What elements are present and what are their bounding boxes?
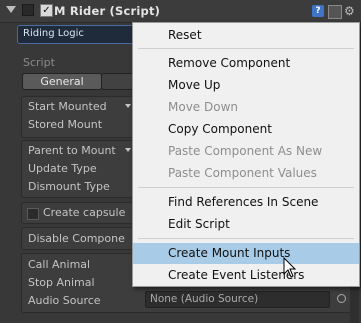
menu-item-create-mount-inputs[interactable]: Create Mount Inputs (133, 243, 359, 264)
update-type-label: Update Type (28, 162, 97, 175)
mount-start-group: Start Mounted Stored Mount (21, 96, 135, 138)
menu-item-create-event-listeners[interactable]: Create Event Listeners (133, 265, 359, 286)
help-icon[interactable]: ? (312, 5, 324, 17)
object-picker-icon[interactable] (337, 294, 346, 303)
parent-to-mount-dropdown-icon[interactable] (125, 148, 131, 152)
menu-separator (138, 48, 354, 49)
menu-item-find-references[interactable]: Find References In Scene (133, 192, 359, 213)
dismount-type-label: Dismount Type (28, 180, 110, 193)
context-menu: Reset Remove Component Move Up Move Down… (132, 22, 360, 287)
menu-item-reset[interactable]: Reset (133, 25, 359, 46)
menu-item-move-down: Move Down (168, 100, 238, 114)
menu-item-remove-component[interactable]: Remove Component (133, 53, 359, 74)
menu-separator (138, 187, 354, 188)
stop-animal-label: Stop Animal (28, 276, 95, 289)
audio-source-label: Audio Source (28, 294, 101, 307)
disable-components-label: Disable Compone (28, 232, 125, 245)
create-capsule-group: Create capsule (21, 202, 135, 224)
enable-checkbox[interactable]: ✓ (40, 4, 53, 17)
menu-item-move-up[interactable]: Move Up (133, 75, 359, 96)
create-capsule-label: Create capsule (43, 206, 126, 219)
call-animal-label: Call Animal (28, 258, 91, 271)
tab-general[interactable]: General (22, 73, 102, 90)
create-capsule-checkbox[interactable] (27, 208, 39, 220)
start-mounted-label: Start Mounted (28, 100, 107, 113)
menu-item-paste-as-new: Paste Component As New (168, 144, 323, 158)
menu-item-paste-values: Paste Component Values (168, 166, 317, 180)
audio-source-value: None (Audio Source) (150, 293, 259, 305)
script-label: Script (23, 56, 55, 69)
presets-icon[interactable] (328, 5, 342, 19)
script-icon (22, 4, 34, 16)
mouse-cursor-icon (283, 257, 297, 278)
menu-separator (138, 238, 354, 239)
disable-components-group[interactable]: Disable Compone (21, 227, 135, 250)
component-title: M Rider (Script) (54, 4, 161, 18)
mount-options-group: Parent to Mount Update Type Dismount Typ… (21, 140, 135, 198)
riding-logic-label: Riding Logic (23, 28, 84, 39)
audio-source-field[interactable]: None (Audio Source) (145, 291, 330, 308)
parent-to-mount-label: Parent to Mount (28, 144, 116, 157)
foldout-arrow-icon[interactable] (6, 6, 16, 13)
menu-item-edit-script[interactable]: Edit Script (133, 214, 359, 235)
start-mounted-dropdown-icon[interactable] (125, 104, 131, 108)
stored-mount-label: Stored Mount (28, 118, 103, 131)
gear-icon[interactable]: ⚙ (344, 5, 356, 17)
menu-item-copy-component[interactable]: Copy Component (133, 119, 359, 140)
